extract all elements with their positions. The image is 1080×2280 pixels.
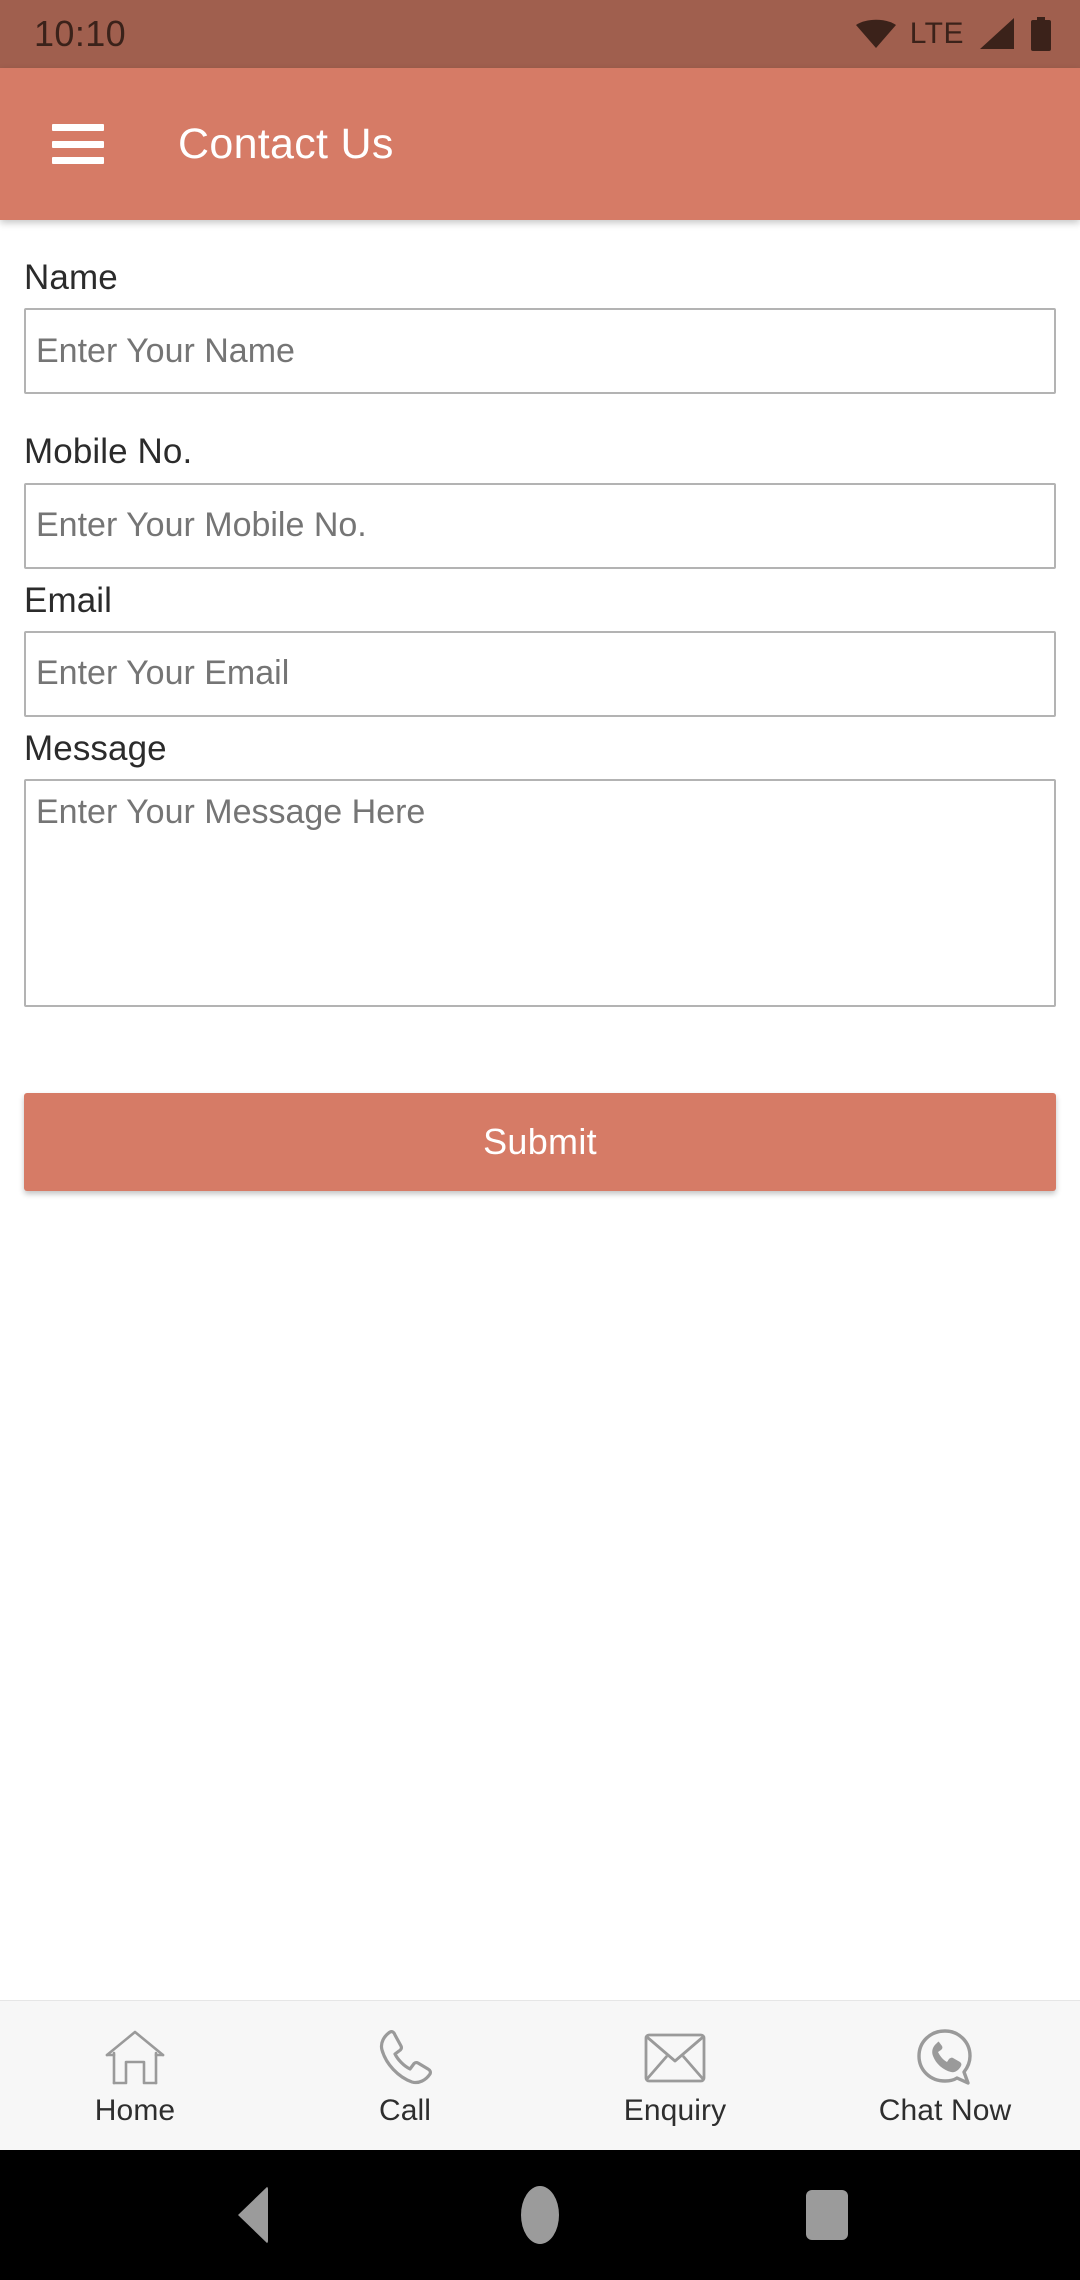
app-screen: 10:10 LTE Contact Us Name Enter Your Nam… — [0, 0, 1080, 2280]
nav-item-chat-now[interactable]: Chat Now — [810, 2001, 1080, 2150]
home-icon — [104, 2026, 166, 2090]
app-bar: Contact Us — [0, 68, 1080, 220]
recents-button[interactable] — [772, 2160, 882, 2270]
field-email: Email — [24, 577, 1056, 717]
android-system-nav — [0, 2150, 1080, 2280]
submit-button[interactable]: Submit — [24, 1093, 1056, 1191]
phone-icon — [376, 2026, 434, 2090]
email-input[interactable] — [24, 630, 1056, 717]
network-type-label: LTE — [909, 17, 964, 50]
envelope-icon — [644, 2026, 706, 2090]
home-circle-icon — [520, 2186, 559, 2244]
status-bar-icons: LTE — [855, 17, 1052, 51]
nav-label-chat-now: Chat Now — [878, 2093, 1012, 2127]
field-spacer — [24, 402, 1056, 420]
field-message: Message — [24, 725, 1056, 1007]
hamburger-line — [52, 157, 104, 164]
nav-item-call[interactable]: Call — [270, 2001, 540, 2150]
status-bar-clock: 10:10 — [34, 13, 127, 54]
nav-item-enquiry[interactable]: Enquiry — [540, 2001, 810, 2150]
status-bar: 10:10 LTE — [0, 0, 1080, 68]
back-button[interactable] — [198, 2160, 308, 2270]
nav-item-home[interactable]: Home — [0, 2001, 270, 2150]
message-textarea[interactable] — [24, 779, 1056, 1007]
recents-square-icon — [805, 2190, 848, 2240]
mobile-input[interactable] — [24, 482, 1056, 569]
field-name: Name — [24, 254, 1056, 395]
page-title: Contact Us — [178, 119, 394, 168]
hamburger-menu-icon[interactable] — [52, 124, 104, 164]
bottom-navigation-bar: Home Call Enquiry Chat Now — [0, 2000, 1080, 2150]
field-label-message: Message — [24, 728, 167, 768]
field-mobile: Mobile No. — [24, 428, 1056, 569]
whatsapp-chat-icon — [914, 2026, 976, 2090]
field-label-name: Name — [24, 258, 118, 297]
hamburger-line — [52, 140, 104, 148]
contact-form: Name Mobile No. Email Message Submit — [0, 220, 1080, 2000]
nav-label-call: Call — [378, 2093, 432, 2127]
back-triangle-icon — [238, 2186, 269, 2244]
submit-container: Submit — [24, 1015, 1056, 1191]
wifi-icon — [855, 18, 896, 50]
name-input[interactable] — [24, 308, 1056, 395]
nav-label-enquiry: Enquiry — [623, 2093, 727, 2127]
nav-label-home: Home — [94, 2093, 176, 2127]
hamburger-line — [52, 124, 104, 131]
home-button[interactable] — [485, 2160, 595, 2270]
field-label-mobile: Mobile No. — [24, 432, 193, 472]
battery-icon — [1030, 17, 1052, 51]
signal-icon — [978, 18, 1016, 50]
field-label-email: Email — [24, 580, 113, 620]
